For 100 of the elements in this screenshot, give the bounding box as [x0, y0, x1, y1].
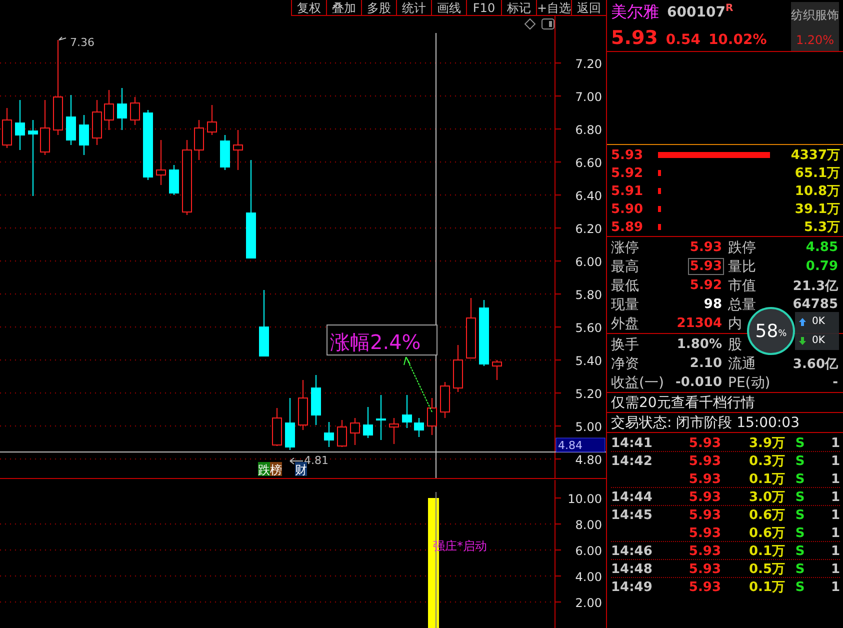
trade-price: 5.93 — [688, 490, 721, 504]
sector-name: 纺织服饰 — [791, 6, 839, 24]
trade-count: 1 — [830, 580, 840, 594]
last-price: 5.93 — [611, 27, 658, 49]
trade-price: 5.93 — [688, 526, 721, 540]
candlestick — [220, 134, 230, 170]
candlestick — [285, 398, 295, 450]
candlestick — [440, 382, 450, 418]
trade-side: S — [795, 454, 805, 468]
trade-price: 5.93 — [688, 436, 721, 450]
percent-change: 10.02% — [708, 32, 767, 48]
price-change: 0.54 — [666, 32, 700, 48]
trade-time: 14:42 — [611, 454, 654, 468]
bid-price: 5.89 — [611, 220, 644, 234]
trade-count: 1 — [830, 526, 840, 540]
trade-time: 14:48 — [611, 562, 654, 576]
stock-name: 美尔雅 — [611, 2, 659, 23]
price-axis-label: 5.80 — [575, 288, 602, 302]
stat-value: 0.79 — [804, 258, 839, 275]
diamond-icon[interactable] — [524, 18, 536, 30]
trade-time: 14:44 — [611, 490, 654, 504]
sector-card[interactable]: 纺织服饰 1.20% — [791, 2, 839, 51]
candlestick — [298, 380, 308, 430]
bid-price: 5.92 — [611, 166, 644, 180]
volume-axis-label: 6.00 — [575, 544, 602, 558]
toolbar-button[interactable]: +自选 — [536, 0, 571, 16]
stat-label: 量比 — [727, 258, 756, 276]
promo-text[interactable]: 仅需20元查看千档行情 — [611, 394, 755, 412]
price-axis-label: 6.80 — [575, 123, 602, 137]
panel-toggle-icon[interactable] — [542, 18, 554, 30]
bid-volume: 10.8万 — [794, 183, 840, 200]
candlestick — [66, 94, 76, 146]
stat-label: 涨停 — [611, 238, 639, 256]
candlestick — [350, 418, 360, 446]
stat-value: 2.10 — [688, 355, 723, 372]
trade-count: 1 — [830, 490, 840, 504]
candlestick — [92, 100, 102, 146]
high-price-label: 7.36 — [70, 36, 94, 49]
candlestick — [79, 114, 89, 156]
trade-price: 5.93 — [688, 580, 721, 594]
bid-price: 5.93 — [611, 148, 644, 162]
stat-value: -0.010 — [674, 374, 723, 391]
bid-price: 5.90 — [611, 202, 644, 216]
ranking-tag[interactable]: 跌榜 — [258, 462, 282, 477]
trade-price: 5.93 — [688, 508, 721, 522]
candlestick — [233, 130, 243, 170]
price-axis-label: 6.20 — [575, 222, 602, 236]
trade-time: 14:49 — [611, 580, 654, 594]
stat-label: 净资 — [611, 354, 639, 372]
trade-volume: 3.9万 — [748, 435, 785, 452]
trade-volume: 0.1万 — [748, 543, 785, 560]
low-pointer-icon — [290, 458, 304, 464]
candlestick — [324, 422, 334, 448]
stat-label: 现量 — [611, 296, 639, 314]
stock-code: 600107$^{R}$ — [667, 3, 734, 21]
trade-price: 5.93 — [688, 454, 721, 468]
price-axis-label: 5.00 — [575, 420, 602, 434]
trade-volume: 0.5万 — [748, 561, 785, 578]
candlestick — [376, 394, 386, 440]
volume-axis-label: 4.00 — [575, 570, 602, 584]
stat-label: 收益(一) — [611, 374, 664, 392]
stat-label: 最高 — [611, 258, 639, 276]
candlestick — [169, 164, 179, 196]
candlestick — [479, 300, 489, 366]
trade-side: S — [795, 490, 805, 504]
bid-volume: 4337万 — [790, 147, 840, 164]
toolbar-button[interactable]: 标记 — [501, 0, 536, 16]
toolbar-button[interactable]: 复权 — [291, 0, 326, 16]
candlestick — [414, 418, 424, 438]
toolbar-button[interactable]: 叠加 — [326, 0, 361, 16]
candlestick — [15, 100, 25, 150]
trade-volume: 0.3万 — [748, 453, 785, 470]
toolbar-button[interactable]: 统计 — [396, 0, 431, 16]
toolbar-button[interactable]: 多股 — [361, 0, 396, 16]
candlestick — [104, 90, 114, 130]
price-axis-label: 6.00 — [575, 255, 602, 269]
trade-count: 1 — [830, 454, 840, 468]
stat-label: 内 — [727, 314, 742, 332]
price-axis-label: 5.20 — [575, 387, 602, 401]
trade-side: S — [795, 544, 805, 558]
stat-value: 5.92 — [688, 277, 723, 294]
candlestick — [194, 120, 204, 160]
trade-volume: 0.6万 — [748, 525, 785, 542]
candlestick — [156, 140, 166, 186]
upload-speed: 0K — [812, 316, 825, 327]
stat-value: 4.85 — [804, 239, 839, 256]
stat-value: 5.93 — [688, 239, 723, 256]
volume-axis-label: 8.00 — [575, 518, 602, 532]
price-axis-label: 7.00 — [575, 90, 602, 104]
signal-label: 强庄*启动 — [433, 539, 487, 553]
volume-axis-label: 2.00 — [575, 596, 602, 610]
toolbar-button[interactable]: 画线 — [431, 0, 466, 16]
toolbar-button[interactable]: 返回 — [571, 0, 606, 16]
arrow-line — [404, 356, 432, 412]
trade-price: 5.93 — [688, 544, 721, 558]
finance-tag[interactable]: 财 — [295, 462, 307, 477]
flag-label: R — [725, 3, 734, 14]
toolbar-button[interactable]: F10 — [466, 0, 501, 16]
trade-count: 1 — [830, 508, 840, 522]
stat-label: 外盘 — [611, 314, 639, 332]
